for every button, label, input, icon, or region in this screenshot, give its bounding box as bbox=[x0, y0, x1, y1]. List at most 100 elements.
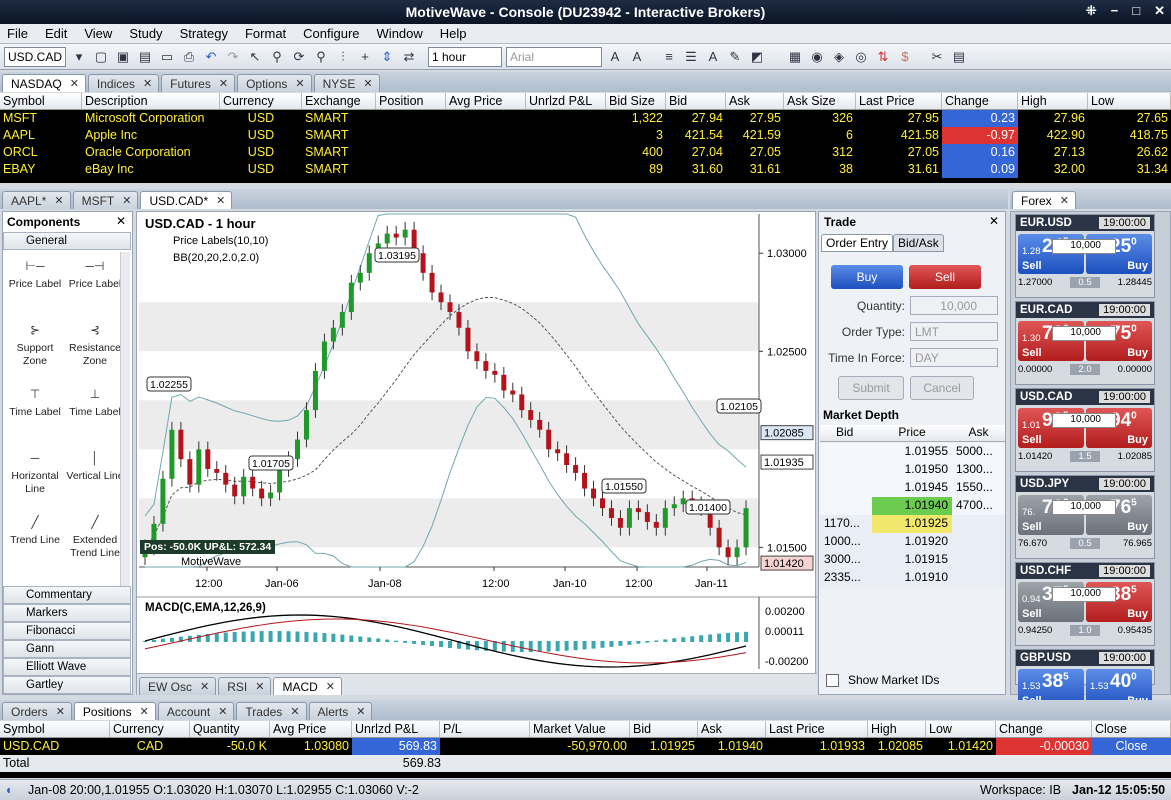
menu-format[interactable]: Format bbox=[238, 24, 296, 43]
forex-quantity-field[interactable]: 10,000 bbox=[1052, 500, 1116, 515]
tif-select[interactable]: DAY bbox=[910, 348, 998, 367]
category-item[interactable]: Fibonacci bbox=[3, 622, 131, 640]
depth-row[interactable]: 1.01940 4700... bbox=[820, 497, 1005, 515]
forex-quantity-field[interactable]: 10,000 bbox=[1052, 326, 1116, 341]
menu-configure[interactable]: Configure bbox=[296, 24, 369, 43]
watchlist-row[interactable]: EBAY eBay Inc USD SMART 89 31.60 31.61 38 31.61 0… bbox=[0, 161, 1171, 178]
column-header[interactable]: Unrlzd P&L bbox=[352, 721, 440, 737]
menu-study[interactable]: Study bbox=[122, 24, 172, 43]
chart-settings-icon[interactable]: ▦ bbox=[786, 48, 804, 66]
close-icon[interactable]: ✕ bbox=[219, 77, 228, 92]
menu-view[interactable]: View bbox=[77, 24, 122, 43]
tab-futures[interactable]: Futures ✕ bbox=[161, 74, 236, 92]
search-icon[interactable]: ▾ bbox=[70, 48, 88, 66]
tab-rsi[interactable]: RSI ✕ bbox=[218, 677, 272, 695]
sell-button[interactable]: Sell bbox=[909, 265, 981, 289]
components-scrollbar[interactable] bbox=[120, 252, 130, 592]
tab-account[interactable]: Account ✕ bbox=[157, 702, 235, 720]
tab-bid-ask[interactable]: Bid/Ask bbox=[893, 234, 944, 252]
font-select[interactable]: Arial bbox=[506, 46, 602, 67]
crosshair-icon[interactable]: + bbox=[356, 48, 374, 66]
component-tool[interactable]: ⊰ Resistance Zone bbox=[65, 324, 125, 368]
column-header[interactable]: Quantity bbox=[190, 721, 270, 737]
cancel-button[interactable]: Cancel bbox=[910, 376, 974, 400]
column-header[interactable]: Avg Price bbox=[446, 93, 526, 109]
tab-orders[interactable]: Orders ✕ bbox=[2, 702, 72, 720]
open-folder-icon[interactable]: ▭ bbox=[158, 48, 176, 66]
column-header[interactable]: Bid Size bbox=[606, 93, 666, 109]
close-icon[interactable]: ✕ bbox=[70, 77, 79, 92]
close-icon[interactable]: ✕ bbox=[255, 680, 264, 695]
refresh-icon[interactable]: ◐ bbox=[6, 783, 14, 797]
column-header[interactable]: High bbox=[1018, 93, 1088, 109]
menu-edit[interactable]: Edit bbox=[38, 24, 77, 43]
pointer-icon[interactable]: ↖ bbox=[246, 48, 264, 66]
menu-help[interactable]: Help bbox=[433, 24, 477, 43]
category-item[interactable]: Gann bbox=[3, 640, 131, 658]
magnify-icon[interactable]: ⚲ bbox=[312, 48, 330, 66]
column-header[interactable]: Bid bbox=[630, 721, 698, 737]
redo-icon[interactable]: ↷ bbox=[224, 48, 242, 66]
component-tool[interactable]: │ Vertical Line bbox=[65, 452, 125, 483]
close-icon[interactable]: ✕ bbox=[356, 705, 365, 720]
dollar-icon[interactable]: $ bbox=[896, 48, 914, 66]
show-ids-checkbox[interactable] bbox=[826, 674, 839, 687]
category-item[interactable]: Gartley bbox=[3, 676, 131, 694]
strategy-icon[interactable]: ⇅ bbox=[874, 48, 892, 66]
tab-aapl-chart[interactable]: AAPL* ✕ bbox=[2, 191, 71, 209]
close-icon[interactable]: ✕ bbox=[1154, 3, 1165, 19]
tab-nyse[interactable]: NYSE ✕ bbox=[313, 74, 380, 92]
globe-icon[interactable]: ◎ bbox=[852, 48, 870, 66]
zoom-icon[interactable]: ⚲ bbox=[268, 48, 286, 66]
minimize-icon[interactable]: − bbox=[1111, 3, 1119, 19]
tab-alerts[interactable]: Alerts ✕ bbox=[308, 702, 373, 720]
close-icon[interactable]: ✕ bbox=[326, 680, 335, 695]
symbol-input[interactable]: USD.CAD bbox=[4, 46, 66, 67]
order-type-select[interactable]: LMT bbox=[910, 322, 998, 341]
font-shrink-icon[interactable]: A bbox=[628, 48, 646, 66]
component-tool[interactable]: ⊢─ Price Label bbox=[5, 260, 65, 291]
close-icon[interactable]: ✕ bbox=[54, 194, 63, 209]
pen-color-icon[interactable]: ✎ bbox=[726, 48, 744, 66]
category-item[interactable]: Elliott Wave bbox=[3, 658, 131, 676]
text-color-icon[interactable]: A bbox=[704, 48, 722, 66]
tab-positions[interactable]: Positions ✕ bbox=[73, 702, 156, 720]
category-general[interactable]: General bbox=[3, 232, 131, 250]
tab-order-entry[interactable]: Order Entry bbox=[821, 234, 894, 252]
dots-icon[interactable]: ⁜ bbox=[1086, 3, 1097, 19]
close-icon[interactable]: ✕ bbox=[1060, 194, 1069, 209]
fill-color-icon[interactable]: ◩ bbox=[748, 48, 766, 66]
quantity-field[interactable]: 10,000 bbox=[910, 296, 998, 315]
depth-row[interactable]: 1000... 1.01920 bbox=[820, 533, 1005, 551]
column-header[interactable]: Bid bbox=[666, 93, 726, 109]
interval-select[interactable]: 1 hour bbox=[428, 46, 502, 67]
column-header[interactable]: Ask bbox=[726, 93, 784, 109]
close-icon[interactable]: ✕ bbox=[200, 680, 209, 695]
component-tool[interactable]: ⊱ Support Zone bbox=[5, 324, 65, 368]
column-header[interactable]: Currency bbox=[220, 93, 302, 109]
link-icon[interactable]: ⇄ bbox=[400, 48, 418, 66]
scale-icon[interactable]: ⇕ bbox=[378, 48, 396, 66]
component-tool[interactable]: ╱ Extended Trend Line bbox=[65, 516, 125, 560]
tab-ew-osc[interactable]: EW Osc ✕ bbox=[139, 677, 217, 695]
watchlist-row[interactable]: MSFT Microsoft Corporation USD SMART 1,322 27… bbox=[0, 110, 1171, 127]
depth-row[interactable]: 1170... 1.01925 bbox=[820, 515, 1005, 533]
column-header[interactable]: Ask Size bbox=[784, 93, 856, 109]
column-header[interactable]: Market Value bbox=[530, 721, 630, 737]
column-header[interactable]: Low bbox=[1088, 93, 1171, 109]
column-header[interactable]: Close bbox=[1092, 721, 1171, 737]
component-tool[interactable]: ─ Horizontal Line bbox=[5, 452, 65, 496]
forex-quantity-field[interactable]: 10,000 bbox=[1052, 587, 1116, 602]
menu-file[interactable]: File bbox=[0, 24, 38, 43]
submit-button[interactable]: Submit bbox=[838, 376, 904, 400]
depth-row[interactable]: 1.01945 1550... bbox=[820, 479, 1005, 497]
indicator-icon[interactable]: ◈ bbox=[830, 48, 848, 66]
column-header[interactable]: Low bbox=[926, 721, 996, 737]
depth-row[interactable]: 2335... 1.01910 bbox=[820, 569, 1005, 587]
component-tool[interactable]: ─⊣ Price Label bbox=[65, 260, 125, 291]
comment-icon[interactable]: ◉ bbox=[808, 48, 826, 66]
pin-icon[interactable]: ⫶ bbox=[334, 48, 352, 66]
close-icon[interactable]: ✕ bbox=[363, 77, 372, 92]
menu-strategy[interactable]: Strategy bbox=[173, 24, 238, 43]
maximize-icon[interactable]: □ bbox=[1132, 3, 1140, 19]
